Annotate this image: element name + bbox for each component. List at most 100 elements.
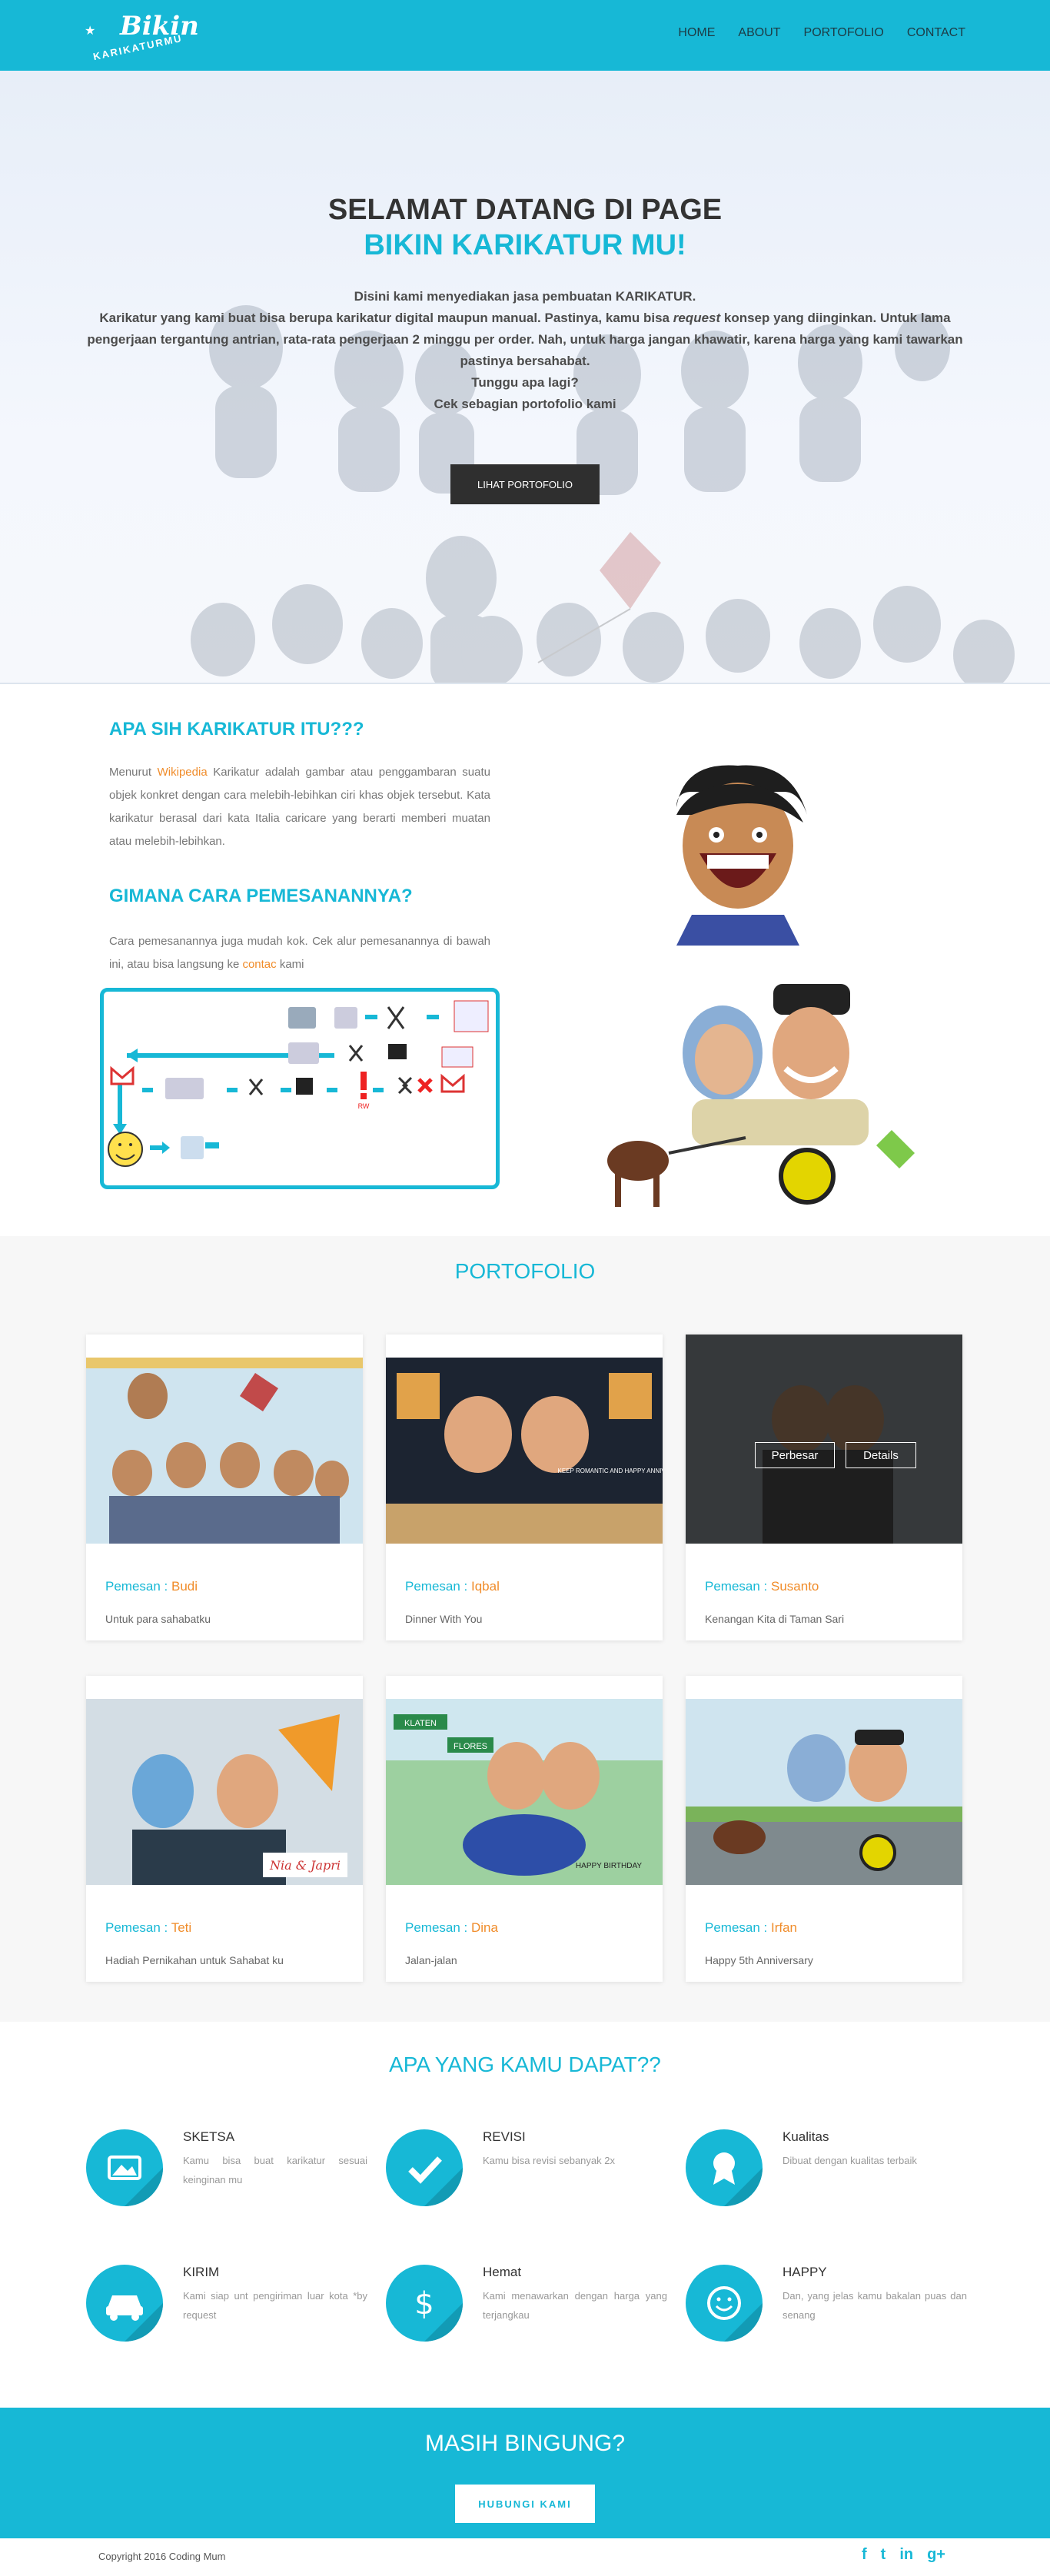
feature-hemat: $ Hemat Kami menawarkan dengan harga yan… — [386, 2265, 670, 2349]
hero-line-3: Tunggu apa lagi? — [471, 375, 579, 390]
portfolio-image — [86, 1358, 363, 1544]
client-name: Irfan — [771, 1920, 798, 1935]
feature-desc: Dibuat dengan kualitas terbaik — [783, 2155, 917, 2166]
artwork-text: FLORES — [454, 1742, 487, 1751]
client-label: Pemesan : — [405, 1579, 471, 1594]
car-icon — [86, 2265, 163, 2342]
portfolio-description: Dinner With You — [405, 1613, 483, 1625]
feature-revisi: REVISI Kamu bisa revisi sebanyak 2x — [386, 2129, 670, 2214]
lihat-portofolio-button[interactable]: LIHAT PORTOFOLIO — [450, 464, 600, 504]
nav-portofolio[interactable]: PORTOFOLIO — [804, 26, 884, 40]
client-name: Susanto — [771, 1579, 819, 1594]
twitter-icon[interactable]: t — [881, 2546, 886, 2564]
feature-happy: HAPPY Dan, yang jelas kamu bakalan puas … — [686, 2265, 970, 2349]
artwork-text: KEEP ROMANTIC AND HAPPY ANNIVERSARY — [558, 1467, 663, 1474]
feature-title: Hemat — [483, 2265, 522, 2279]
enlarge-button[interactable]: Perbesar — [755, 1442, 835, 1468]
cta-title: MASIH BINGUNG? — [424, 2431, 626, 2456]
portfolio-section: PORTOFOLIO Pemesan : Budi Untuk para sah… — [0, 1236, 1050, 2022]
client-caption: Pemesan : Susanto — [705, 1579, 819, 1594]
client-caption: Pemesan : Irfan — [705, 1920, 797, 1936]
portfolio-image — [686, 1699, 962, 1885]
portfolio-description: Hadiah Pernikahan untuk Sahabat ku — [105, 1954, 284, 1966]
portfolio-image: KLATEN FLORES HAPPY BIRTHDAY — [386, 1699, 663, 1885]
feature-title: REVISI — [483, 2129, 526, 2144]
facebook-icon[interactable]: f — [862, 2546, 867, 2564]
nav-menu: HOME ABOUT PORTOFOLIO CONTACT — [678, 26, 965, 40]
about-paragraph: Menurut Wikipedia Karikatur adalah gamba… — [109, 761, 490, 853]
page: ★ Bikin KARIKATURMU HOME ABOUT PORTOFOLI… — [0, 0, 1050, 2576]
portfolio-image: KEEP ROMANTIC AND HAPPY ANNIVERSARY — [386, 1358, 663, 1544]
portfolio-card[interactable]: Pemesan : Budi Untuk para sahabatku — [86, 1335, 363, 1640]
hero-line-2: Karikatur yang kami buat bisa berupa kar… — [85, 307, 965, 372]
portfolio-description: Jalan-jalan — [405, 1954, 457, 1966]
order-flow-graphic: RW — [108, 1000, 489, 1167]
client-name: Dina — [471, 1920, 498, 1935]
artwork-text: HAPPY BIRTHDAY — [576, 1862, 642, 1870]
artwork-text: Nia & Japri — [269, 1858, 341, 1873]
caricature-man-laughing — [676, 765, 807, 946]
hero-description: Disini kami menyediakan jasa pembuatan K… — [85, 286, 965, 415]
image-icon — [86, 2129, 163, 2206]
portfolio-card[interactable]: KEEP ROMANTIC AND HAPPY ANNIVERSARY Peme… — [386, 1335, 663, 1640]
client-caption: Pemesan : Budi — [105, 1579, 198, 1594]
feature-title: HAPPY — [783, 2265, 827, 2279]
wikipedia-link[interactable]: Wikipedia — [158, 766, 208, 779]
social-links: f t in g+ — [862, 2546, 945, 2564]
client-name: Iqbal — [471, 1579, 500, 1594]
award-icon — [686, 2129, 763, 2206]
star-icon: ★ — [85, 25, 96, 38]
hero-line-1: Disini kami menyediakan jasa pembuatan K… — [354, 289, 696, 304]
client-label: Pemesan : — [705, 1920, 771, 1935]
details-button[interactable]: Details — [846, 1442, 916, 1468]
smile-icon — [686, 2265, 763, 2342]
portfolio-description: Kenangan Kita di Taman Sari — [705, 1613, 845, 1625]
portfolio-card[interactable]: Perbesar Details Pemesan : Susanto Kenan… — [686, 1335, 962, 1640]
portfolio-description: Happy 5th Anniversary — [705, 1954, 813, 1966]
dollar-icon: $ — [386, 2265, 463, 2342]
client-caption: Pemesan : Iqbal — [405, 1579, 500, 1594]
client-name: Budi — [171, 1579, 198, 1594]
client-label: Pemesan : — [705, 1579, 771, 1594]
hero-line-2-request: request — [673, 311, 721, 325]
logo[interactable]: ★ Bikin KARIKATURMU — [85, 11, 200, 63]
cta-section: MASIH BINGUNG? HUBUNGI KAMI — [0, 2408, 1050, 2538]
nav-home[interactable]: HOME — [678, 26, 715, 40]
svg-text:$: $ — [414, 2286, 434, 2322]
client-caption: Pemesan : Dina — [405, 1920, 498, 1936]
portfolio-card[interactable]: Pemesan : Irfan Happy 5th Anniversary — [686, 1676, 962, 1982]
portfolio-card[interactable]: Nia & Japri Pemesan : Teti Hadiah Pernik… — [86, 1676, 363, 1982]
footer: Copyright 2016 Coding Mum f t in g+ — [0, 2538, 1050, 2576]
feature-desc: Kami menawarkan dengan harga yang terjan… — [483, 2290, 667, 2321]
benefits-title: APA YANG KAMU DAPAT?? — [389, 2052, 661, 2076]
navbar: ★ Bikin KARIKATURMU HOME ABOUT PORTOFOLI… — [0, 0, 1050, 71]
feature-title: KIRIM — [183, 2265, 220, 2279]
client-label: Pemesan : — [105, 1579, 171, 1594]
order-heading: GIMANA CARA PEMESANANNYA? — [109, 886, 413, 906]
feature-kualitas: Kualitas Dibuat dengan kualitas terbaik — [686, 2129, 970, 2214]
contac-link[interactable]: contac — [242, 958, 276, 971]
feature-title: Kualitas — [783, 2129, 829, 2144]
hubungi-kami-button[interactable]: HUBUNGI KAMI — [455, 2485, 595, 2523]
hero-subtitle: BIKIN KARIKATUR MU! — [364, 229, 686, 261]
flow-badge: RW — [358, 1102, 370, 1110]
order-text-b: kami — [276, 958, 304, 971]
portfolio-hover-overlay: Perbesar Details — [686, 1335, 962, 1544]
client-label: Pemesan : — [105, 1920, 171, 1935]
feature-sketsa: SKETSA Kamu bisa buat karikatur sesuai k… — [86, 2129, 370, 2214]
hero-section: SELAMAT DATANG DI PAGE BIKIN KARIKATUR M… — [0, 71, 1050, 683]
nav-about[interactable]: ABOUT — [738, 26, 780, 40]
portfolio-description: Untuk para sahabatku — [105, 1613, 211, 1625]
nav-contact[interactable]: CONTACT — [907, 26, 965, 40]
google-plus-icon[interactable]: g+ — [927, 2546, 945, 2564]
portfolio-image: Nia & Japri — [86, 1699, 363, 1885]
portfolio-card[interactable]: KLATEN FLORES HAPPY BIRTHDAY Pemesan : D… — [386, 1676, 663, 1982]
hero-title: SELAMAT DATANG DI PAGE — [327, 194, 723, 226]
copyright-text: Copyright 2016 Coding Mum — [98, 2551, 226, 2562]
linkedin-icon[interactable]: in — [899, 2546, 913, 2564]
client-name: Teti — [171, 1920, 192, 1935]
hero-line-2a: Karikatur yang kami buat bisa berupa kar… — [99, 311, 673, 325]
client-label: Pemesan : — [405, 1920, 471, 1935]
portfolio-title: PORTOFOLIO — [454, 1259, 596, 1283]
caricature-couple-carriage — [607, 984, 915, 1207]
